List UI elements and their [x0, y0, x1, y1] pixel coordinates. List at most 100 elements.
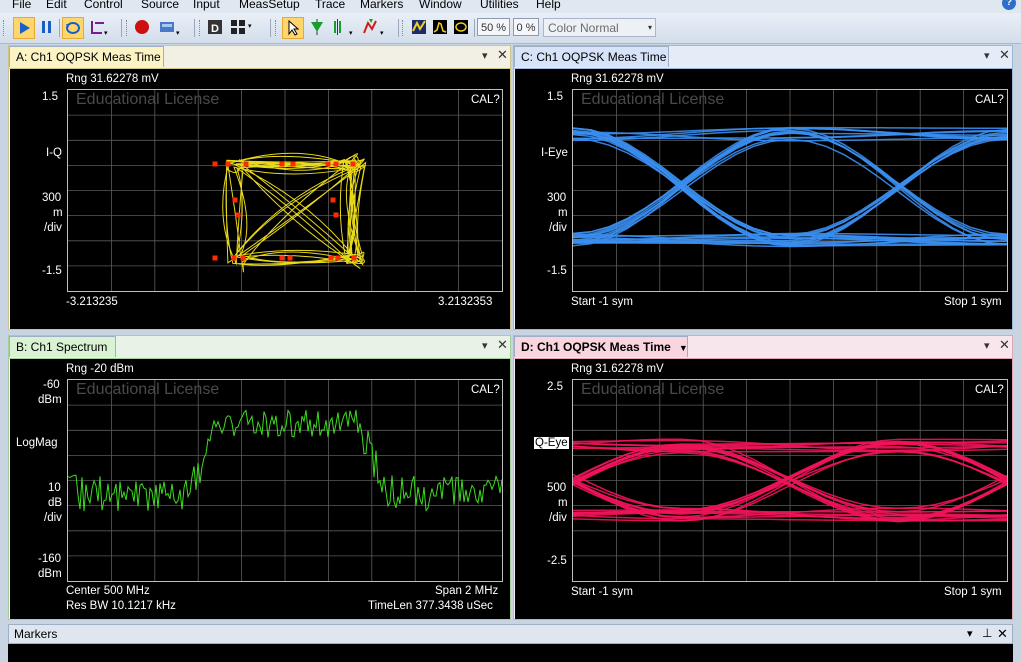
tab-panel-b[interactable]: B: Ch1 Spectrum [9, 336, 116, 357]
spectrum-view-button[interactable] [430, 17, 450, 39]
panel-b-center: Center 500 MHz [66, 585, 150, 597]
color-scheme-select[interactable]: Color Normal ▾ [543, 18, 656, 37]
grid-lines [573, 90, 1007, 291]
tab-panel-a[interactable]: A: Ch1 OQPSK Meas Time [9, 46, 164, 67]
panel-a-menu-icon[interactable]: ▾ [482, 49, 488, 62]
spectrum-trace [68, 380, 502, 581]
panel-d-x-left: Start -1 sym [571, 586, 633, 598]
pointer-button[interactable] [282, 17, 304, 39]
panel-b-close-icon[interactable]: ✕ [497, 337, 508, 353]
symbol-point [330, 197, 336, 203]
toolbar-grip [3, 20, 7, 36]
meas-view-button[interactable] [451, 17, 471, 39]
panel-d-x-right: Stop 1 sym [944, 586, 1002, 598]
panel-d-y-label: Q-Eye [534, 437, 569, 449]
panel-b-span: Span 2 MHz [435, 585, 499, 597]
panel-d-plot[interactable]: Rng 31.62278 mV 2.5 Q-Eye 500 m /div -2.… [515, 359, 1012, 619]
chevron-down-icon: ▾ [647, 23, 652, 32]
menu-input[interactable]: Input [193, 0, 220, 11]
play-button[interactable] [13, 17, 35, 39]
menu-control[interactable]: Control [84, 0, 123, 11]
help-icon[interactable]: ? [1002, 0, 1016, 10]
marker-search-button[interactable]: ▾ [361, 17, 389, 39]
menu-trace[interactable]: Trace [315, 0, 345, 11]
panel-a-cal-flag: CAL? [471, 94, 500, 106]
panel-b-scale-div: /div [44, 512, 62, 524]
svg-text:▾: ▾ [349, 30, 353, 37]
marker-button[interactable] [307, 17, 327, 39]
display-layout-button[interactable]: ▾ [228, 17, 256, 39]
playback-button[interactable]: ▾ [157, 17, 183, 39]
panel-d-y-bot: -2.5 [547, 555, 567, 567]
tab-panel-c[interactable]: C: Ch1 OQPSK Meas Time [514, 46, 669, 67]
menu-edit[interactable]: Edit [46, 0, 67, 11]
panel-a-title: A: Ch1 OQPSK Meas Time [16, 50, 161, 64]
tab-dropdown-icon[interactable]: ▼ [679, 343, 688, 353]
restart-icon [66, 22, 80, 34]
panel-a-close-icon[interactable]: ✕ [497, 47, 508, 63]
iq-constellation-trace [68, 90, 502, 291]
panel-b-scale-val: 10 [48, 482, 61, 494]
trace-button[interactable] [409, 17, 429, 39]
marker-peak-button[interactable]: ▾ [330, 17, 358, 39]
menu-help[interactable]: Help [536, 0, 561, 11]
menu-utilities[interactable]: Utilities [480, 0, 519, 11]
menu-meassetup[interactable]: MeasSetup [239, 0, 300, 11]
markers-close-icon[interactable]: ✕ [997, 626, 1008, 642]
restart-button[interactable] [62, 17, 84, 39]
zoom-pct-field[interactable]: 50 % [477, 18, 510, 36]
pin-icon[interactable]: ⊥ [982, 626, 992, 640]
symbol-point [279, 161, 285, 167]
panel-a-grid [67, 89, 503, 292]
panel-c-y-label: I-Eye [541, 147, 568, 159]
panel-b-title: B: Ch1 Spectrum [16, 340, 108, 354]
record-icon [135, 20, 149, 34]
symbol-point [225, 161, 231, 167]
tab-panel-d[interactable]: D: Ch1 OQPSK Meas Time ▼ [514, 336, 688, 357]
panel-c-plot[interactable]: Rng 31.62278 mV 1.5 I-Eye 300 m /div -1.… [515, 69, 1012, 329]
panel-a-plot[interactable]: Rng 31.62278 mV 1.5 I-Q 300 m /div -1.5 … [10, 69, 510, 329]
marker-peak-icon: ▾ [334, 19, 353, 37]
panel-a-scale-div: /div [44, 222, 62, 234]
panel-c-rng: Rng 31.62278 mV [571, 73, 664, 85]
panel-b-plot[interactable]: Rng -20 dBm -60 dBm LogMag 10 dB /div -1… [10, 359, 510, 619]
symbol-point [240, 255, 246, 261]
panel-c-menu-icon[interactable]: ▾ [984, 49, 990, 62]
panel-d-close-icon[interactable]: ✕ [999, 337, 1010, 353]
panel-c-x-left: Start -1 sym [571, 296, 633, 308]
markers-panel-header: Markers ▾ ⊥ ✕ [8, 624, 1013, 644]
panel-b-grid [67, 379, 503, 582]
panel-c-scale-div: /div [549, 222, 567, 234]
menu-markers[interactable]: Markers [360, 0, 403, 11]
panel-d-title: D: Ch1 OQPSK Meas Time [521, 340, 671, 354]
svg-text:▾: ▾ [380, 30, 384, 37]
panel-c-close-icon[interactable]: ✕ [999, 47, 1010, 63]
preset-button[interactable]: ▾ [88, 17, 110, 39]
panel-a-rng: Rng 31.62278 mV [66, 73, 159, 85]
panel-c-scale-unit: m [558, 207, 568, 219]
svg-text:▾: ▾ [176, 30, 180, 37]
menu-source[interactable]: Source [141, 0, 179, 11]
panel-c-cal-flag: CAL? [975, 94, 1004, 106]
symbol-point [325, 161, 331, 167]
data-button[interactable]: D [205, 17, 225, 39]
pause-button[interactable] [37, 17, 57, 39]
svg-text:▾: ▾ [104, 30, 108, 37]
markers-menu-icon[interactable]: ▾ [967, 627, 973, 640]
panel-c-x-right: Stop 1 sym [944, 296, 1002, 308]
meas-view-icon [454, 20, 468, 34]
panel-b-menu-icon[interactable]: ▾ [482, 339, 488, 352]
menu-file[interactable]: File [12, 0, 31, 11]
overlap-pct-field[interactable]: 0 % [513, 18, 539, 36]
panel-d-scale-unit: m [558, 497, 568, 509]
panel-d-menu-icon[interactable]: ▾ [984, 339, 990, 352]
pause-icon [42, 21, 51, 33]
symbol-point [333, 161, 339, 167]
panel-b-res-bw: Res BW 10.1217 kHz [66, 600, 176, 612]
q-eye-trace [573, 380, 1007, 581]
panel-c-y-bot: -1.5 [547, 265, 567, 277]
symbol-point [333, 212, 339, 218]
grid-lines [68, 380, 502, 581]
menu-window[interactable]: Window [419, 0, 462, 11]
record-button[interactable] [132, 17, 152, 39]
